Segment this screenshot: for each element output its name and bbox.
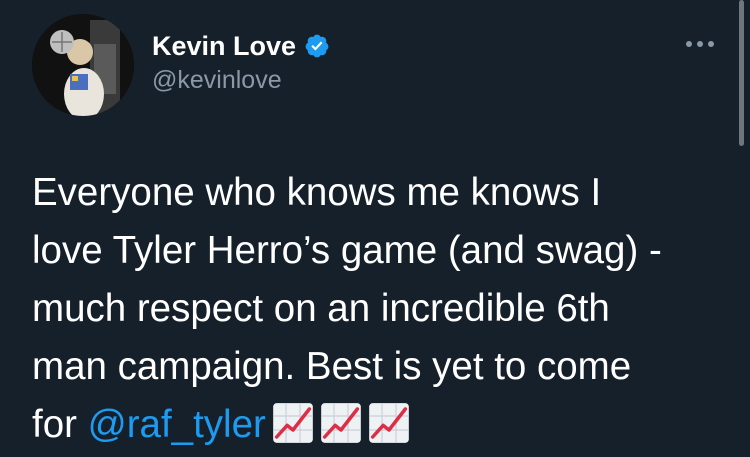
- avatar-photo-icon: [32, 14, 134, 116]
- tweet-line: man campaign. Best is yet to come: [32, 345, 632, 388]
- mention-link[interactable]: @raf_tyler: [88, 403, 266, 446]
- tweet-line-last: for @raf_tyler: [32, 396, 738, 454]
- chart-increasing-icon: [272, 402, 313, 443]
- author-handle[interactable]: @kevinlove: [152, 66, 282, 95]
- more-horizontal-icon: [686, 41, 714, 47]
- author-name-row[interactable]: Kevin Love: [152, 28, 330, 64]
- tweet-text-prefix: for: [32, 403, 88, 446]
- tweet-line: Everyone who knows me knows I: [32, 171, 602, 214]
- more-options-button[interactable]: [680, 32, 720, 56]
- tweet-line: much respect on an incredible 6th: [32, 287, 610, 330]
- verified-badge-icon: [305, 34, 329, 58]
- tweet-text: Everyone who knows me knows I love Tyler…: [32, 164, 738, 454]
- chart-increasing-icon: [320, 402, 361, 443]
- scrollbar-thumb[interactable]: [739, 0, 744, 146]
- avatar[interactable]: [32, 14, 134, 116]
- tweet-line: love Tyler Herro’s game (and swag) -: [32, 229, 662, 272]
- author-display-name[interactable]: Kevin Love: [152, 31, 296, 62]
- chart-increasing-icon: [368, 402, 409, 443]
